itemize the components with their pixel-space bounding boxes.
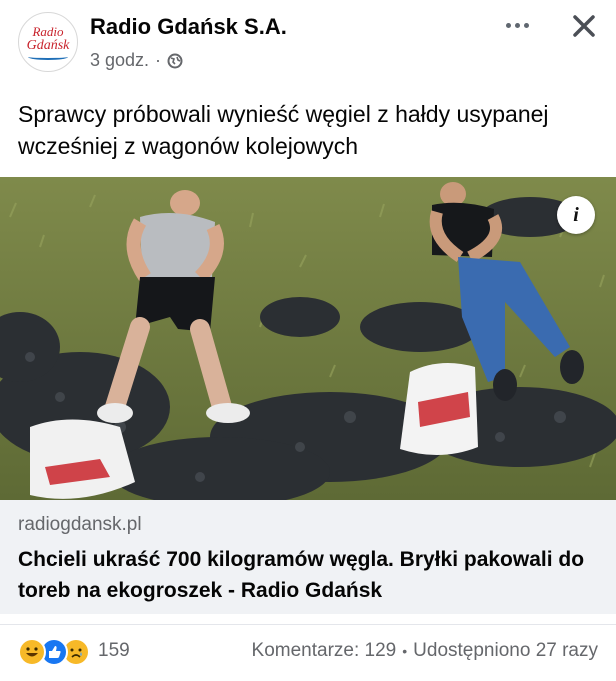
haha-reaction-icon (18, 638, 46, 666)
info-button[interactable]: i (557, 196, 595, 234)
reaction-count[interactable]: 159 (98, 640, 130, 662)
reactions-summary[interactable] (18, 638, 90, 666)
shares-count[interactable]: Udostępniono 27 razy (413, 640, 598, 662)
page-avatar[interactable]: Radio Gdańsk (18, 12, 78, 72)
avatar-logo-swoosh (28, 54, 68, 60)
post-header: Radio Gdańsk Radio Gdańsk S.A. 3 godz. · (0, 0, 616, 90)
close-icon (573, 15, 595, 37)
page-name-link[interactable]: Radio Gdańsk S.A. (90, 14, 287, 40)
link-headline[interactable]: Chcieli ukraść 700 kilogramów węgla. Bry… (18, 544, 598, 606)
photo-illustration (0, 177, 616, 500)
comments-count[interactable]: Komentarze: 129 (252, 640, 397, 662)
avatar-logo-text-1: Radio (32, 23, 64, 39)
avatar-logo-text-2: Gdańsk (26, 37, 70, 53)
post-stats: Komentarze: 129 • Udostępniono 27 razy (252, 640, 598, 662)
post-meta: 3 godz. · (90, 50, 183, 71)
post-timestamp[interactable]: 3 godz. (90, 50, 149, 71)
more-options-button[interactable] (500, 10, 534, 40)
post-message: Sprawcy próbowali wynieść węgiel z hałdy… (18, 101, 549, 159)
more-dots-icon (505, 22, 511, 28)
close-button[interactable] (566, 8, 602, 44)
globe-icon (167, 53, 183, 69)
meta-separator: · (155, 50, 162, 70)
link-domain: radiogdansk.pl (18, 514, 142, 535)
post-photo[interactable] (0, 177, 616, 500)
stats-separator: • (402, 643, 408, 659)
